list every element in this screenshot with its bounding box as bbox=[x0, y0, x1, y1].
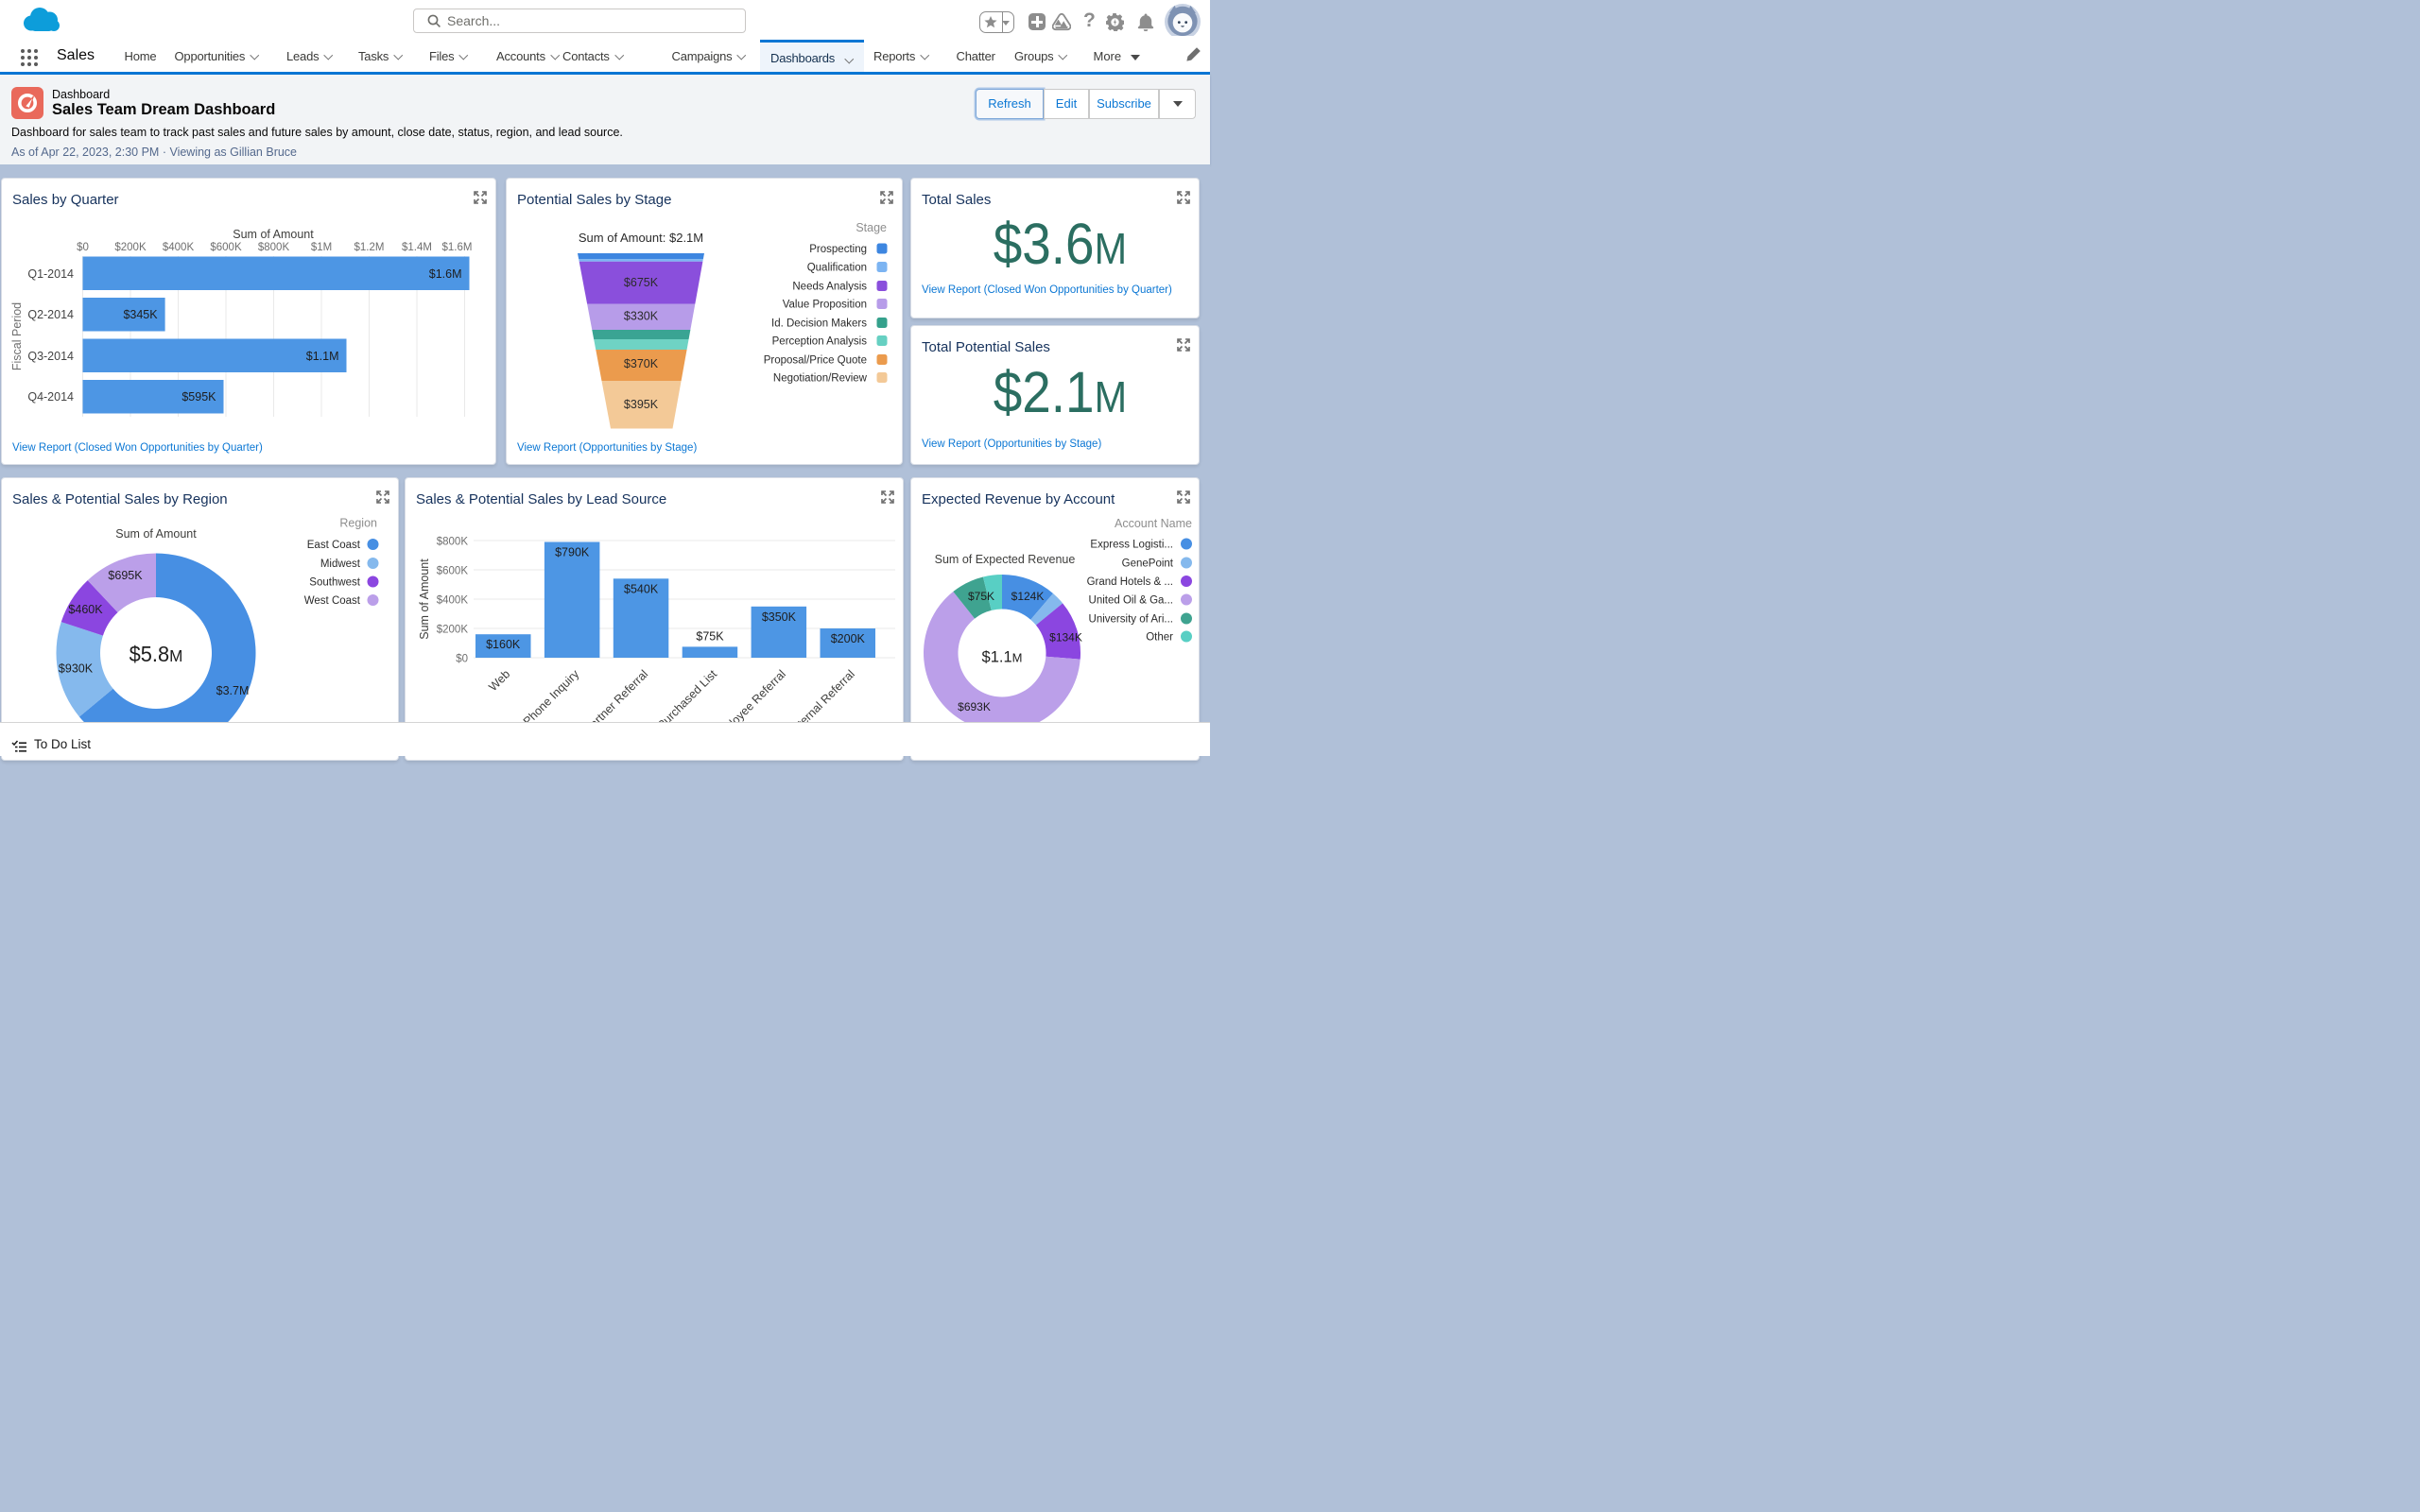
svg-text:$350K: $350K bbox=[762, 610, 797, 624]
svg-text:$675K: $675K bbox=[624, 276, 659, 289]
svg-text:University of Ari...: University of Ari... bbox=[1089, 614, 1173, 626]
svg-text:GenePoint: GenePoint bbox=[1122, 558, 1174, 570]
svg-text:$5.8M: $5.8M bbox=[130, 642, 183, 666]
svg-text:$800K: $800K bbox=[258, 242, 290, 253]
svg-text:$693K: $693K bbox=[958, 700, 991, 713]
svg-text:Qualification: Qualification bbox=[807, 263, 867, 274]
svg-text:$600K: $600K bbox=[210, 242, 242, 253]
svg-text:Q1-2014: Q1-2014 bbox=[27, 267, 74, 281]
svg-text:$1.1M: $1.1M bbox=[982, 649, 1023, 666]
svg-text:$0: $0 bbox=[456, 654, 468, 665]
svg-text:Midwest: Midwest bbox=[320, 558, 361, 570]
svg-text:$160K: $160K bbox=[486, 638, 521, 651]
svg-text:Sum of Amount: Sum of Amount bbox=[418, 558, 431, 640]
svg-text:$400K: $400K bbox=[163, 242, 195, 253]
svg-text:$200K: $200K bbox=[831, 632, 866, 645]
svg-text:$395K: $395K bbox=[624, 398, 659, 411]
svg-text:West Coast: West Coast bbox=[304, 595, 361, 607]
svg-text:$1.6M: $1.6M bbox=[429, 267, 462, 281]
svg-text:$75K: $75K bbox=[696, 629, 724, 643]
svg-text:Value Proposition: Value Proposition bbox=[783, 300, 867, 311]
svg-text:Id. Decision Makers: Id. Decision Makers bbox=[771, 318, 867, 330]
svg-text:Fiscal Period: Fiscal Period bbox=[10, 302, 24, 370]
svg-text:$3.7M: $3.7M bbox=[216, 684, 250, 697]
svg-text:$600K: $600K bbox=[437, 566, 469, 577]
svg-text:Proposal/Price Quote: Proposal/Price Quote bbox=[764, 355, 867, 367]
svg-text:$75K: $75K bbox=[968, 590, 994, 603]
svg-text:Web: Web bbox=[486, 667, 512, 694]
svg-text:Account Name: Account Name bbox=[1115, 517, 1192, 530]
svg-text:Q4-2014: Q4-2014 bbox=[27, 390, 74, 404]
svg-text:$400K: $400K bbox=[437, 595, 469, 607]
svg-text:$200K: $200K bbox=[114, 242, 147, 253]
svg-text:Phone Inquiry: Phone Inquiry bbox=[521, 667, 582, 729]
svg-text:Express Logisti...: Express Logisti... bbox=[1090, 540, 1173, 551]
svg-text:Sum of Amount: Sum of Amount bbox=[233, 228, 314, 241]
svg-text:Stage: Stage bbox=[856, 221, 887, 234]
svg-text:$1M: $1M bbox=[311, 242, 332, 253]
svg-text:$460K: $460K bbox=[68, 603, 103, 616]
svg-text:Prospecting: Prospecting bbox=[809, 244, 867, 255]
svg-text:$1.1M: $1.1M bbox=[306, 350, 339, 363]
svg-text:$540K: $540K bbox=[624, 582, 659, 595]
svg-text:Q2-2014: Q2-2014 bbox=[27, 308, 74, 321]
svg-text:Sum of Amount: $2.1M: Sum of Amount: $2.1M bbox=[579, 231, 703, 245]
svg-text:Sum of Amount: Sum of Amount bbox=[115, 527, 197, 541]
svg-text:$345K: $345K bbox=[123, 308, 158, 321]
svg-text:$330K: $330K bbox=[624, 310, 659, 323]
svg-text:East Coast: East Coast bbox=[307, 540, 361, 551]
svg-text:$800K: $800K bbox=[437, 537, 469, 548]
svg-text:Region: Region bbox=[339, 517, 377, 530]
svg-text:Q3-2014: Q3-2014 bbox=[27, 350, 74, 363]
svg-text:$0: $0 bbox=[77, 242, 89, 253]
svg-text:$790K: $790K bbox=[555, 546, 590, 559]
svg-text:$200K: $200K bbox=[437, 625, 469, 636]
svg-text:Needs Analysis: Needs Analysis bbox=[792, 282, 867, 293]
svg-text:$695K: $695K bbox=[108, 569, 143, 582]
svg-text:Perception Analysis: Perception Analysis bbox=[772, 336, 868, 348]
svg-text:$1.6M: $1.6M bbox=[442, 242, 473, 253]
svg-text:$370K: $370K bbox=[624, 357, 659, 370]
svg-text:Sum of Expected Revenue: Sum of Expected Revenue bbox=[935, 553, 1076, 566]
svg-text:$930K: $930K bbox=[59, 662, 94, 676]
svg-text:$595K: $595K bbox=[182, 390, 216, 404]
svg-text:$1.4M: $1.4M bbox=[402, 242, 432, 253]
svg-text:Grand Hotels & ...: Grand Hotels & ... bbox=[1087, 576, 1173, 588]
svg-text:Southwest: Southwest bbox=[309, 577, 361, 589]
svg-text:Other: Other bbox=[1146, 632, 1173, 644]
svg-text:United Oil & Ga...: United Oil & Ga... bbox=[1089, 595, 1173, 607]
svg-text:$134K: $134K bbox=[1049, 631, 1082, 644]
svg-text:$1.2M: $1.2M bbox=[354, 242, 385, 253]
svg-text:$124K: $124K bbox=[1011, 590, 1045, 603]
svg-text:Negotiation/Review: Negotiation/Review bbox=[773, 373, 868, 385]
